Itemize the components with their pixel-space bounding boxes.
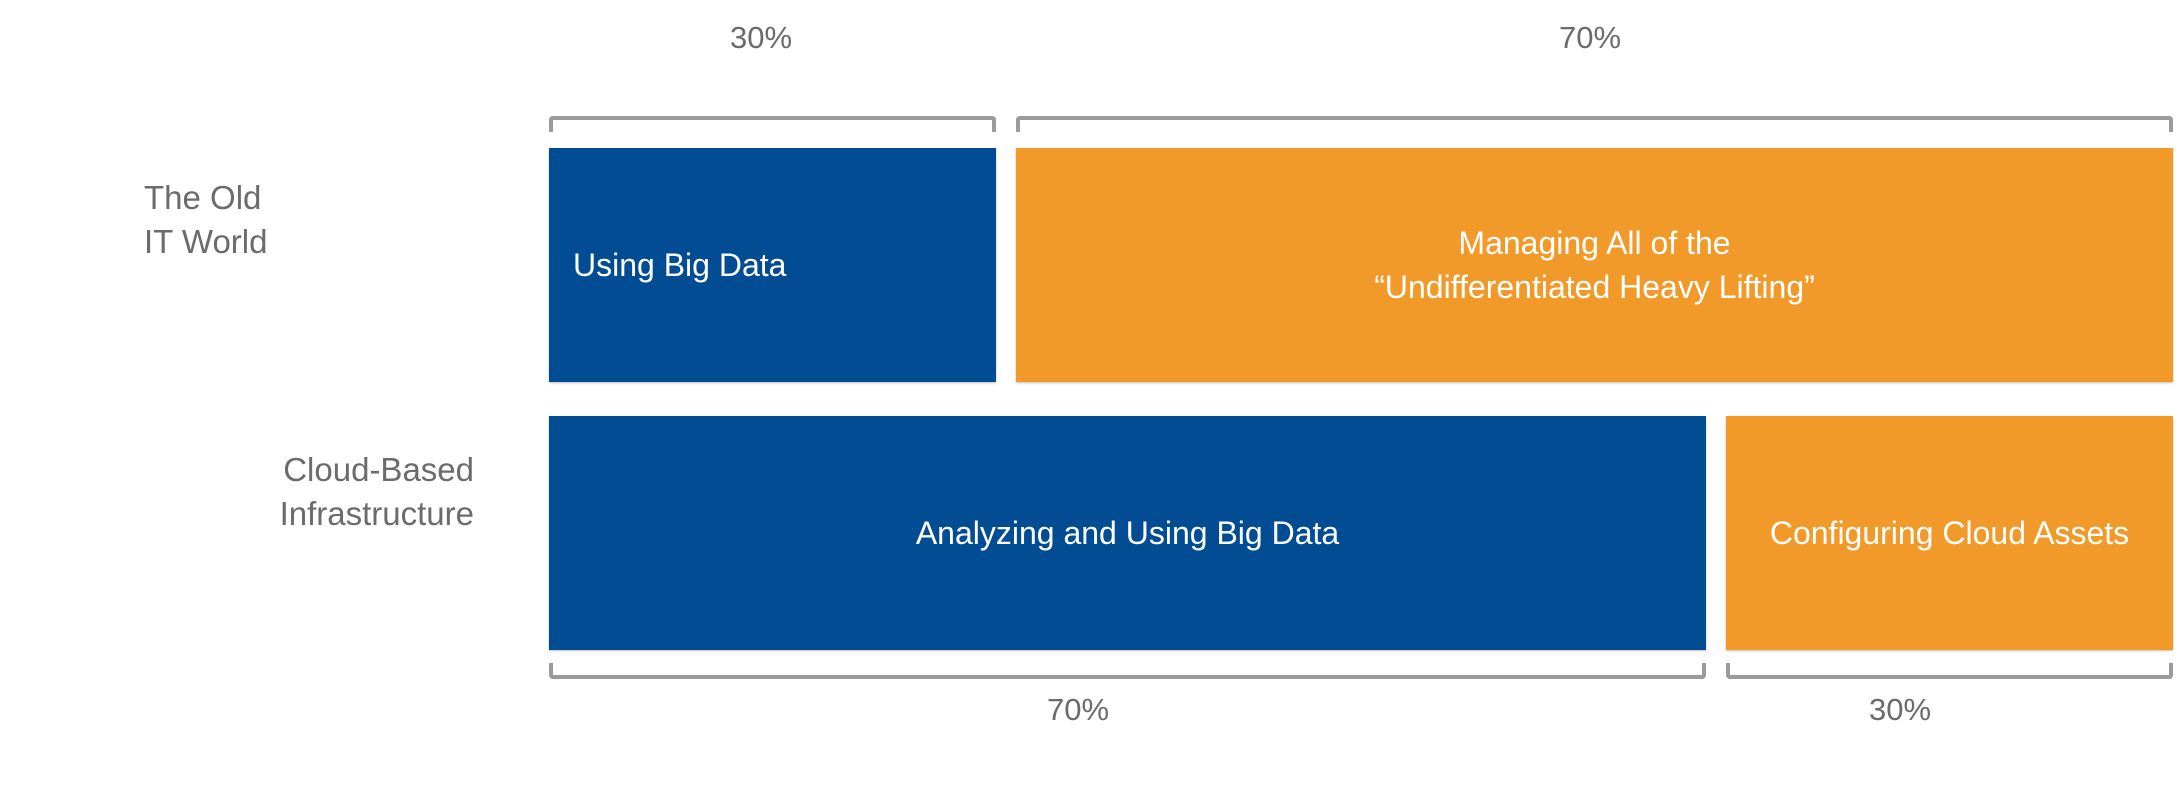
old-it-managing-percent: 70% — [1558, 20, 1622, 55]
cloud-configuring-percent: 30% — [1868, 692, 1932, 727]
old-it-using-big-data-label: Using Big Data — [573, 247, 787, 283]
row-label-old-it-world: The Old IT World — [144, 179, 268, 260]
old-it-using-percent: 30% — [729, 20, 793, 55]
cloud-analyzing-label: Analyzing and Using Big Data — [915, 515, 1340, 551]
old-it-managing-bar: Managing All of the “Undifferentiated He… — [1016, 148, 2173, 382]
old-it-managing-label: Managing All of the “Undifferentiated He… — [1374, 225, 1815, 305]
cloud-analyzing-percent: 70% — [1046, 692, 1110, 727]
old-it-using-big-data-bar: Using Big Data — [549, 148, 996, 382]
old-it-using-bracket — [549, 116, 996, 132]
comparison-diagram: The Old IT World Cloud-Based Infrastruct… — [0, 0, 2180, 792]
cloud-analyzing-bracket — [549, 663, 1706, 679]
row-label-cloud-based-infrastructure: Cloud-Based Infrastructure — [279, 451, 474, 532]
cloud-configuring-label: Configuring Cloud Assets — [1769, 515, 2130, 551]
old-it-managing-bracket — [1016, 116, 2173, 132]
cloud-configuring-bar: Configuring Cloud Assets — [1726, 416, 2173, 650]
cloud-configuring-bracket — [1726, 663, 2173, 679]
cloud-analyzing-bar: Analyzing and Using Big Data — [549, 416, 1706, 650]
